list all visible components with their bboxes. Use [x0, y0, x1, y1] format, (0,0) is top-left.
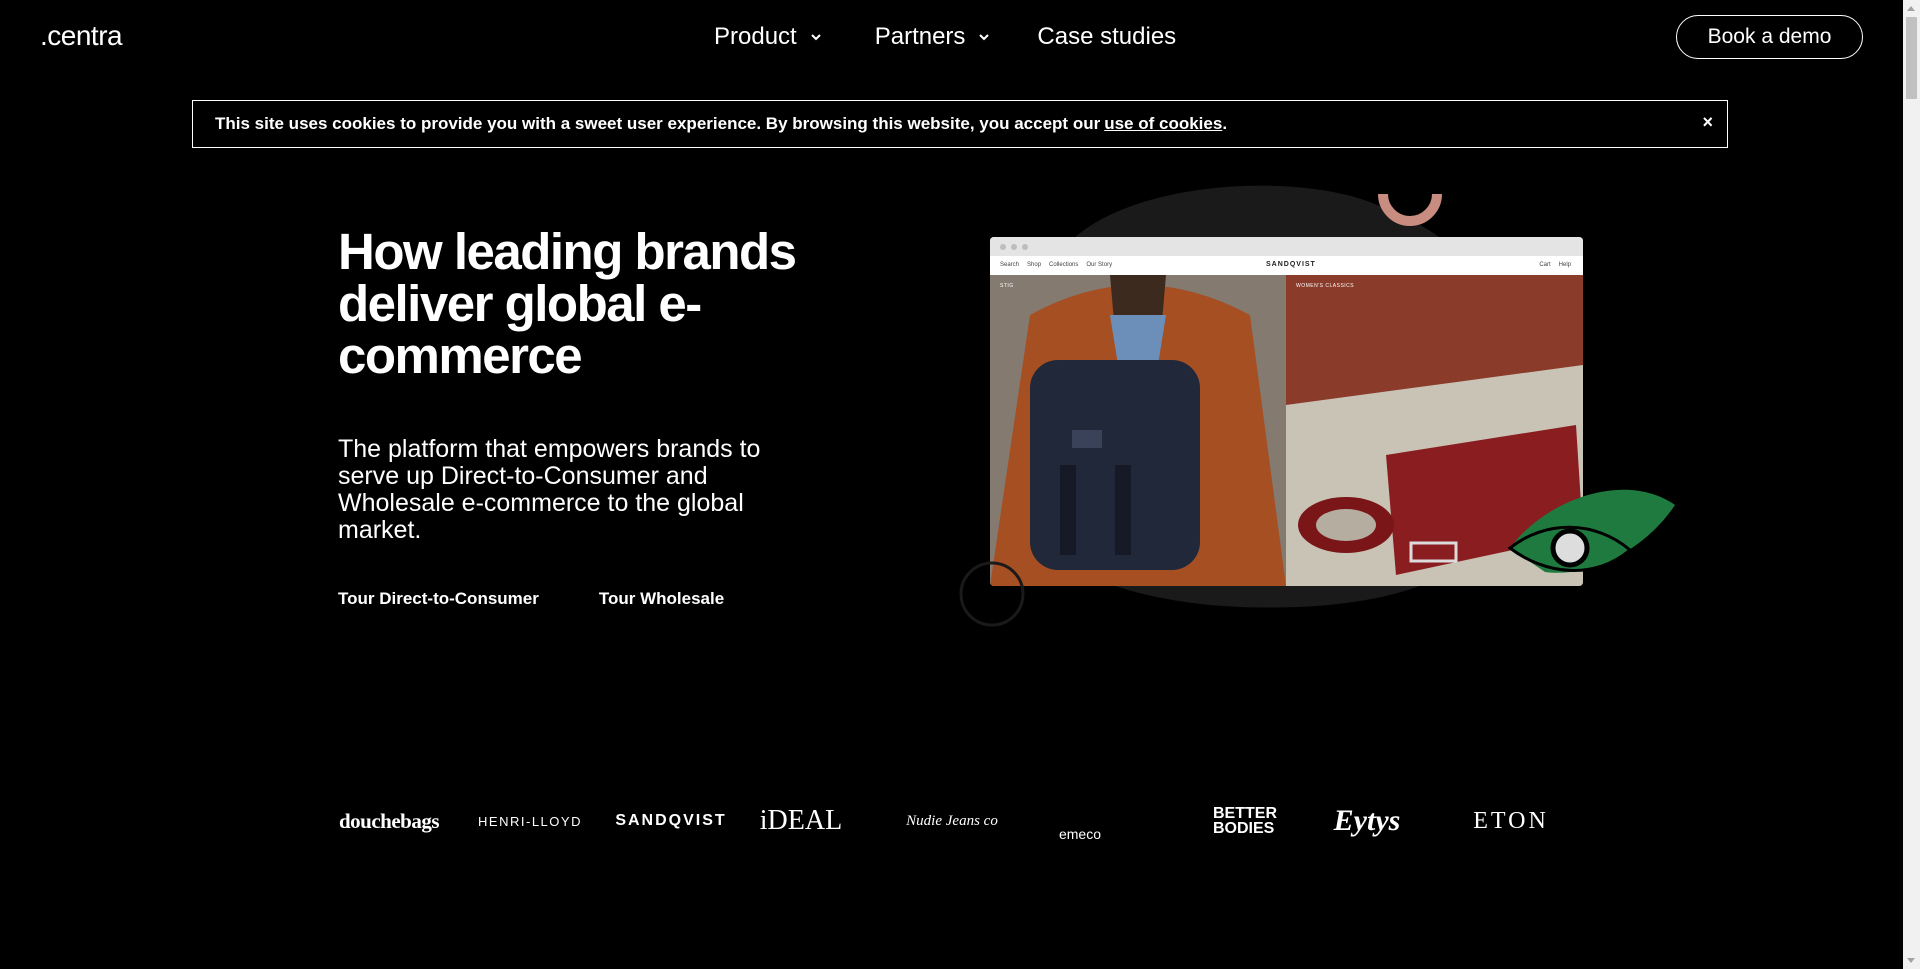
page-scrollbar[interactable]	[1903, 0, 1920, 969]
chevron-down-icon	[811, 34, 821, 41]
brand-logo-nudie-jeans: Nudie Jeans co	[906, 812, 998, 829]
mockup-backpack-photo: STIG	[990, 275, 1286, 586]
logo-text: centra	[47, 20, 123, 51]
browser-chrome	[990, 237, 1583, 256]
close-icon[interactable]: ×	[1702, 112, 1713, 133]
brand-logo-ideal: iDEAL	[759, 805, 843, 836]
nav-product[interactable]: Product	[714, 23, 823, 51]
book-demo-button[interactable]: Book a demo	[1676, 15, 1863, 59]
nav-case-studies[interactable]: Case studies	[1037, 23, 1176, 51]
brand-logo-sandqvist: SANDQVIST	[615, 812, 727, 829]
brand-logos-row: douchebags HENRI-LLOYD SANDQVIST iDEAL N…	[338, 795, 1558, 847]
mockup-nav-item: Our Story	[1086, 262, 1113, 268]
brand-logo-eton: ETON	[1473, 807, 1549, 834]
cookie-text: This site uses cookies to provide you wi…	[215, 114, 1101, 133]
mockup-nav-item: Help	[1558, 262, 1571, 268]
cookie-banner: This site uses cookies to provide you wi…	[192, 100, 1728, 148]
hero-title: How leading brands deliver global e-comm…	[338, 223, 797, 384]
mockup-site-nav: Search Shop Collections Our Story SANDQV…	[990, 256, 1583, 275]
mockup-left-tag: STIG	[1000, 283, 1014, 289]
scroll-down-icon[interactable]	[1903, 952, 1920, 969]
storefront-mockup: Search Shop Collections Our Story SANDQV…	[990, 237, 1583, 586]
mockup-nav-item: Search	[1000, 262, 1020, 268]
tour-dtc-link[interactable]: Tour Direct-to-Consumer	[338, 589, 539, 609]
brand-logo-better-bodies: BETTER BODIES	[1213, 805, 1277, 837]
eye-icon	[1507, 489, 1675, 573]
brand-logo-douchebags: douchebags	[338, 808, 440, 833]
chevron-down-icon	[979, 34, 990, 41]
mockup-right-tag: WOMEN'S CLASSICS	[1296, 283, 1355, 289]
cookie-suffix: .	[1222, 114, 1228, 133]
decorative-ring-icon	[959, 561, 1025, 627]
centra-logo[interactable]: .centra	[40, 20, 123, 52]
main-nav: Product Partners Case studies	[714, 23, 1176, 51]
nav-product-label: Product	[714, 23, 797, 50]
scroll-up-icon[interactable]	[1903, 0, 1920, 17]
mockup-nav-item: Shop	[1027, 262, 1042, 268]
scrollbar-thumb[interactable]	[1906, 17, 1917, 99]
hero-links: Tour Direct-to-Consumer Tour Wholesale	[338, 589, 724, 609]
brand-logo-henri-lloyd: HENRI-LLOYD	[478, 813, 582, 829]
nav-case-studies-label: Case studies	[1037, 23, 1177, 50]
hero-subtitle: The platform that empowers brands to ser…	[338, 435, 761, 544]
nav-partners-label: Partners	[874, 23, 966, 50]
brand-logo-eytys: Eytys	[1333, 804, 1401, 837]
brand-logo-emeco: emeco	[1058, 826, 1102, 842]
tour-wholesale-link[interactable]: Tour Wholesale	[599, 589, 724, 609]
mockup-nav-item: Cart	[1539, 262, 1551, 268]
mockup-nav-item: Collections	[1049, 262, 1079, 268]
mockup-brand: SANDQVIST	[1266, 261, 1316, 268]
nav-partners[interactable]: Partners	[875, 23, 992, 51]
use-of-cookies-link[interactable]: use of cookies	[1104, 114, 1222, 134]
